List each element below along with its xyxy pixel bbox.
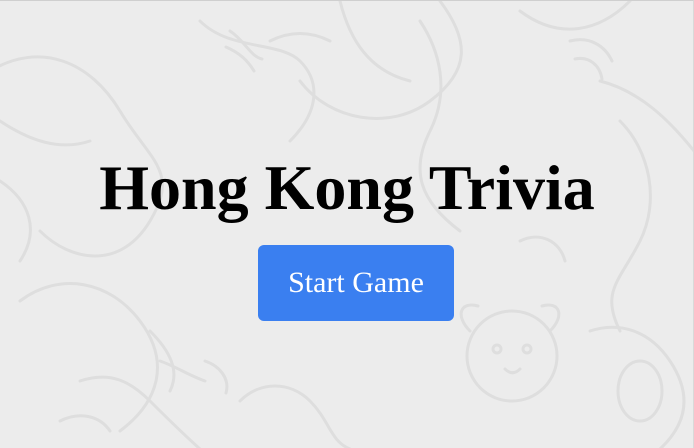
start-screen-content: Hong Kong Trivia Start Game — [0, 1, 693, 448]
start-game-button[interactable]: Start Game — [258, 245, 454, 321]
game-start-screen: Hong Kong Trivia Start Game — [0, 0, 694, 448]
game-title: Hong Kong Trivia — [99, 152, 595, 223]
